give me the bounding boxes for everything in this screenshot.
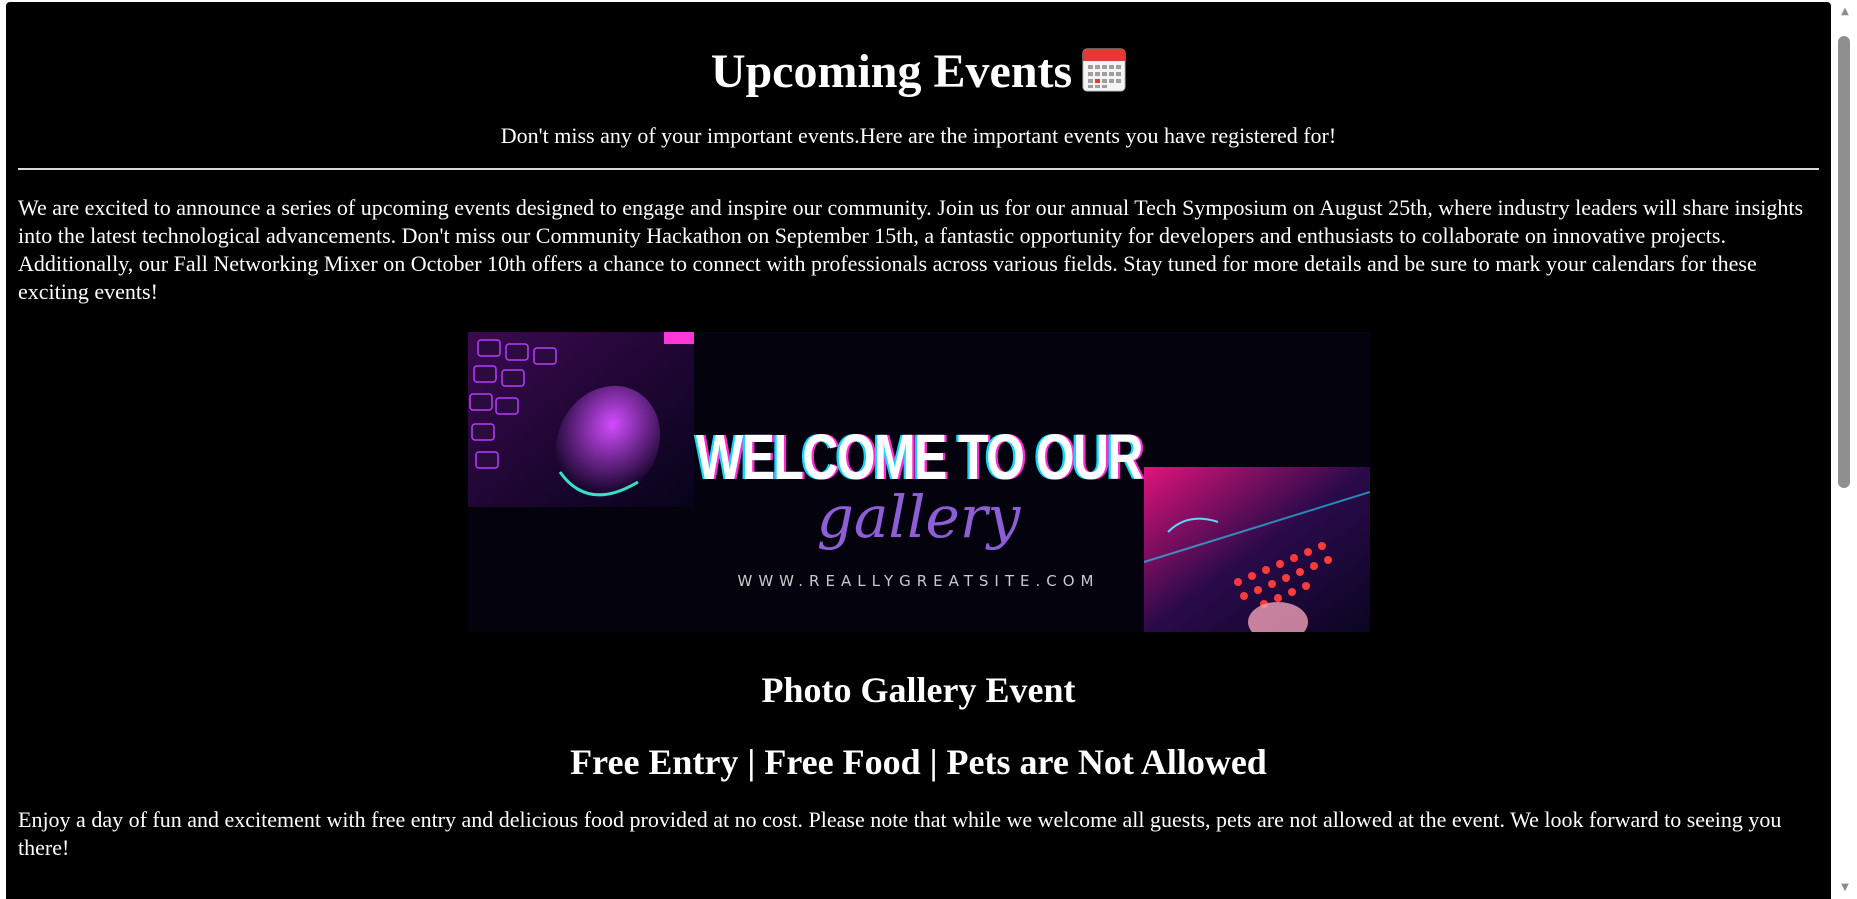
calendar-icon bbox=[1082, 47, 1126, 93]
banner-container: WELCOME TO OUR gallery WWW.REALLYGREATSI… bbox=[18, 332, 1819, 632]
event-name: Photo Gallery Event bbox=[761, 670, 1076, 710]
main-content: Upcoming Events Don't miss any of your i… bbox=[6, 42, 1831, 862]
event-description: Enjoy a day of fun and excitement with f… bbox=[18, 807, 1782, 860]
vertical-scrollbar[interactable]: ▲ ▼ bbox=[1833, 0, 1857, 899]
page-subtitle: Don't miss any of your important events.… bbox=[500, 123, 1337, 148]
gallery-banner-image: WELCOME TO OUR gallery WWW.REALLYGREATSI… bbox=[467, 332, 1370, 632]
banner-url: WWW.REALLYGREATSITE.COM bbox=[737, 572, 1100, 590]
page-body: Upcoming Events Don't miss any of your i… bbox=[6, 2, 1831, 899]
banner-script-text: gallery bbox=[816, 483, 1021, 551]
intro-paragraph: We are excited to announce a series of u… bbox=[18, 195, 1804, 304]
page-title: Upcoming Events bbox=[18, 42, 1819, 102]
scrollbar-thumb[interactable] bbox=[1838, 36, 1850, 488]
event-perks: Free Entry | Free Food | Pets are Not Al… bbox=[570, 742, 1267, 782]
page-title-text: Upcoming Events bbox=[710, 45, 1073, 98]
scroll-down-arrow-icon[interactable]: ▼ bbox=[1833, 878, 1857, 898]
scroll-up-arrow-icon[interactable]: ▲ bbox=[1833, 2, 1857, 22]
divider bbox=[18, 168, 1819, 170]
